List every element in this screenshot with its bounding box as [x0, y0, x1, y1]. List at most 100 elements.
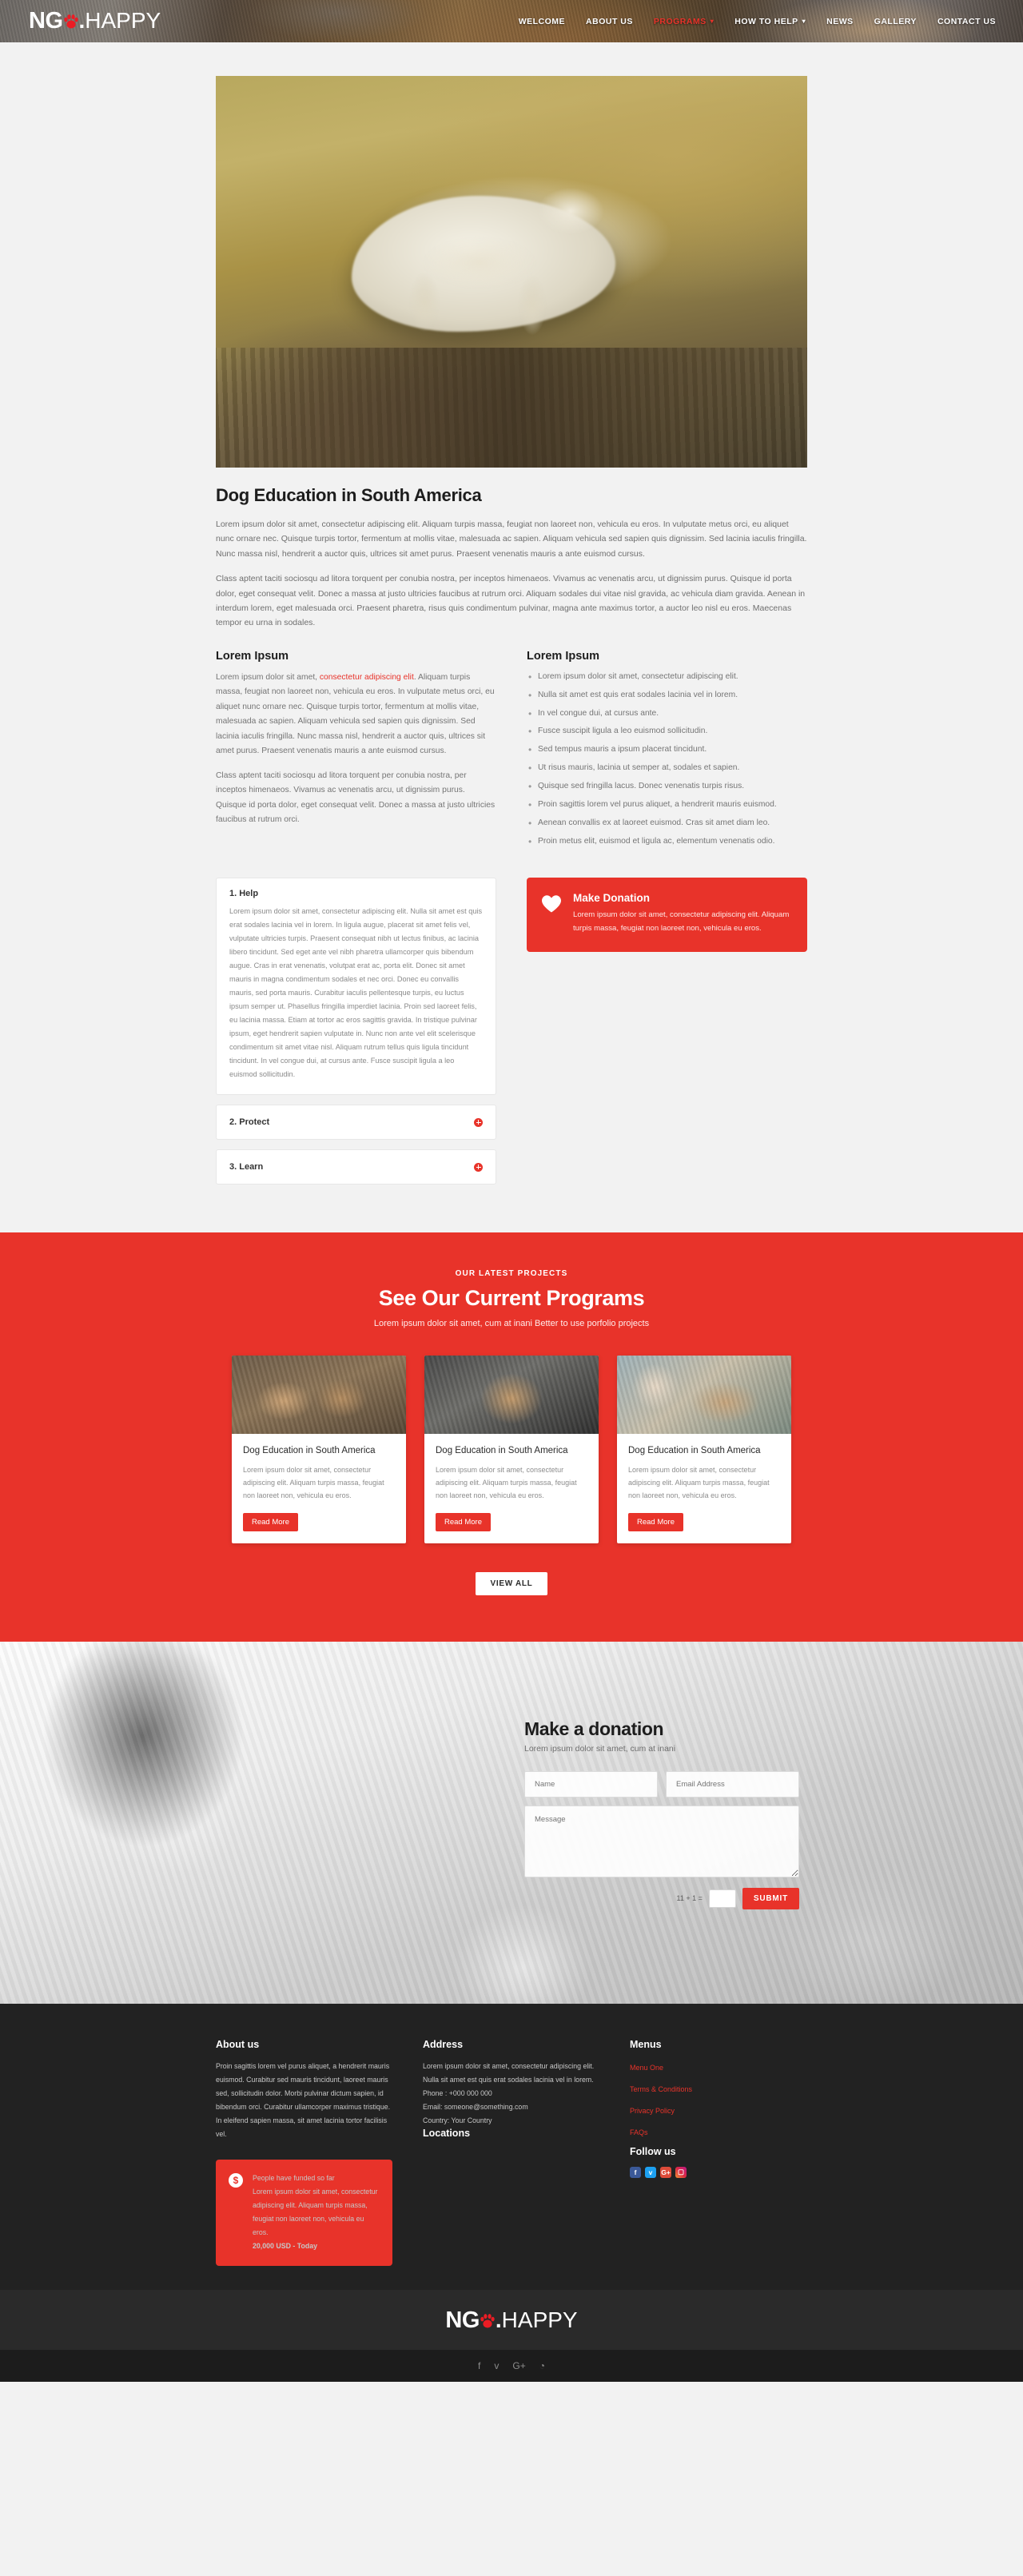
program-card-image	[232, 1356, 406, 1435]
section-title: See Our Current Programs	[378, 1286, 645, 1311]
footer-heading-address: Address	[423, 2038, 464, 2050]
article-paragraph: Lorem ipsum dolor sit amet, consectetur …	[216, 520, 807, 559]
program-card[interactable]: Dog Education in South America Lorem ips…	[232, 1356, 406, 1543]
site-header: NG . HAPPY WELCOME ABOUT US PROGRAMS ▾ HO…	[0, 0, 1023, 42]
submit-button[interactable]: SUBMIT	[742, 1887, 799, 1909]
logo-text-part1: NG	[29, 8, 63, 34]
read-more-button[interactable]: Read More	[243, 1512, 298, 1531]
plus-icon[interactable]	[474, 1162, 483, 1172]
donation-form-title: Make a donation	[524, 1718, 664, 1739]
nav-label: NEWS	[826, 16, 854, 26]
accordion-item-learn[interactable]: 3. Learn	[216, 1149, 496, 1185]
current-programs-section: OUR LATEST PROJECTS See Our Current Prog…	[0, 1232, 1023, 1642]
footer-address-text: Lorem ipsum dolor sit amet, consectetur …	[423, 2061, 595, 2084]
site-logo[interactable]: NG . HAPPY	[0, 8, 161, 34]
accordion-header[interactable]: 1. Help	[217, 878, 496, 905]
email-input[interactable]	[666, 1770, 799, 1798]
nav-label: CONTACT US	[937, 16, 996, 26]
list-item[interactable]: Privacy Policy	[630, 2103, 806, 2117]
paw-print-icon	[480, 2310, 495, 2328]
footer-about-column: About us Proin sagittis lorem vel purus …	[216, 2039, 392, 2267]
page-title: Dog Education in South America	[216, 485, 482, 505]
donation-promo-title: Make Donation	[573, 892, 651, 905]
rss-icon[interactable]: ◔	[539, 2361, 545, 2371]
twitter-icon[interactable]: ᴠ	[645, 2166, 656, 2178]
footer-link-terms[interactable]: Terms & Conditions	[630, 2085, 692, 2093]
list-item: Fusce suscipit ligula a leo euismod soll…	[527, 724, 807, 743]
list-item: Proin metus elit, euismod et ligula ac, …	[527, 834, 807, 854]
list-item: Proin sagittis lorem vel purus aliquet, …	[527, 798, 807, 817]
facebook-icon[interactable]: f	[478, 2361, 480, 2371]
view-all-button[interactable]: VIEW ALL	[476, 1571, 547, 1595]
nav-item-welcome[interactable]: WELCOME	[519, 17, 565, 26]
footer-social-links: f ᴠ G+ ▢	[630, 2166, 806, 2178]
name-input[interactable]	[524, 1770, 658, 1798]
footer-bottom-logo-bar: NG . HAPPY	[0, 2290, 1023, 2351]
right-column-heading: Lorem Ipsum	[527, 649, 600, 663]
accordion-item-protect[interactable]: 2. Protect	[216, 1105, 496, 1141]
plus-icon[interactable]	[474, 1117, 483, 1127]
heart-icon	[541, 894, 562, 915]
logo-dot: .	[495, 2307, 502, 2333]
make-donation-promo[interactable]: Make Donation Lorem ipsum dolor sit amet…	[527, 878, 807, 952]
footer-country: Country: Your Country	[423, 2116, 492, 2125]
footer-phone: Phone : +000 000 000	[423, 2088, 492, 2097]
nav-item-gallery[interactable]: GALLERY	[874, 17, 917, 26]
footer-menus-column: Menus Menu One Terms & Conditions Privac…	[630, 2039, 806, 2267]
captcha-input[interactable]	[708, 1889, 736, 1908]
footer-heading-about: About us	[216, 2038, 260, 2050]
message-textarea[interactable]	[524, 1805, 799, 1877]
accordion-header[interactable]: 2. Protect	[217, 1105, 496, 1139]
main-navigation: WELCOME ABOUT US PROGRAMS ▾ HOW TO HELP ▾ …	[519, 17, 1023, 26]
google-plus-icon[interactable]: G+	[512, 2361, 525, 2371]
list-item: Lorem ipsum dolor sit amet, consectetur …	[527, 670, 807, 689]
program-card-title: Dog Education in South America	[628, 1446, 761, 1456]
text-after-highlight: . Aliquam turpis massa, feugiat non laor…	[216, 672, 495, 756]
read-more-button[interactable]: Read More	[436, 1512, 491, 1531]
nav-item-about-us[interactable]: ABOUT US	[586, 17, 633, 26]
nav-item-how-to-help[interactable]: HOW TO HELP ▾	[734, 17, 806, 26]
footer-logo[interactable]: NG . HAPPY	[445, 2307, 577, 2334]
logo-text-part2: HAPPY	[85, 8, 161, 33]
program-card-image	[424, 1356, 599, 1435]
read-more-button[interactable]: Read More	[628, 1512, 683, 1531]
funded-title: People have funded so far	[253, 2173, 335, 2182]
program-card-image	[617, 1356, 791, 1435]
nav-item-contact-us[interactable]: CONTACT US	[937, 17, 996, 26]
logo-text-part1: NG	[445, 2307, 480, 2334]
list-item: Sed tempus mauris a ipsum placerat tinci…	[527, 743, 807, 762]
nav-label: GALLERY	[874, 16, 917, 26]
chevron-down-icon: ▾	[802, 17, 806, 25]
feature-list: Lorem ipsum dolor sit amet, consectetur …	[527, 670, 807, 854]
accordion-item-help[interactable]: 1. Help Lorem ipsum dolor sit amet, cons…	[216, 878, 496, 1096]
list-item[interactable]: Terms & Conditions	[630, 2081, 806, 2096]
donation-form-subtitle: Lorem ipsum dolor sit amet, cum at inani	[524, 1743, 676, 1754]
list-item[interactable]: FAQs	[630, 2124, 806, 2139]
feature-image-subject	[372, 184, 611, 336]
dollar-icon: $	[229, 2172, 243, 2188]
program-card[interactable]: Dog Education in South America Lorem ips…	[617, 1356, 791, 1543]
nav-item-news[interactable]: NEWS	[826, 17, 854, 26]
footer-link-privacy[interactable]: Privacy Policy	[630, 2107, 675, 2115]
facebook-icon[interactable]: f	[630, 2166, 641, 2178]
list-item: Quisque sed fringilla lacus. Donec venen…	[527, 779, 807, 798]
footer-link-faqs[interactable]: FAQs	[630, 2128, 648, 2136]
text-before-highlight: Lorem ipsum dolor sit amet,	[216, 672, 320, 682]
program-card-text: Lorem ipsum dolor sit amet, consectetur …	[436, 1466, 577, 1499]
nav-item-programs[interactable]: PROGRAMS ▾	[654, 17, 714, 26]
list-item: Nulla sit amet est quis erat sodales lac…	[527, 688, 807, 707]
article-paragraph: Class aptent taciti sociosqu ad litora t…	[216, 574, 806, 628]
list-item[interactable]: Menu One	[630, 2060, 806, 2074]
twitter-icon[interactable]: ᴠ	[494, 2361, 499, 2371]
instagram-icon[interactable]: ▢	[675, 2166, 687, 2178]
program-card[interactable]: Dog Education in South America Lorem ips…	[424, 1356, 599, 1543]
accordion-header[interactable]: 3. Learn	[217, 1150, 496, 1184]
footer-link-menu-one[interactable]: Menu One	[630, 2064, 663, 2072]
footer-address-column: Address Lorem ipsum dolor sit amet, cons…	[423, 2039, 599, 2267]
funded-so-far-box: $ People have funded so far Lorem ipsum …	[216, 2159, 392, 2267]
footer-menu-list: Menu One Terms & Conditions Privacy Poli…	[630, 2060, 806, 2139]
google-plus-icon[interactable]: G+	[660, 2166, 671, 2178]
footer-heading-follow-us: Follow us	[630, 2145, 676, 2157]
funded-text: Lorem ipsum dolor sit amet, consectetur …	[253, 2187, 378, 2237]
program-card-title: Dog Education in South America	[243, 1446, 376, 1456]
